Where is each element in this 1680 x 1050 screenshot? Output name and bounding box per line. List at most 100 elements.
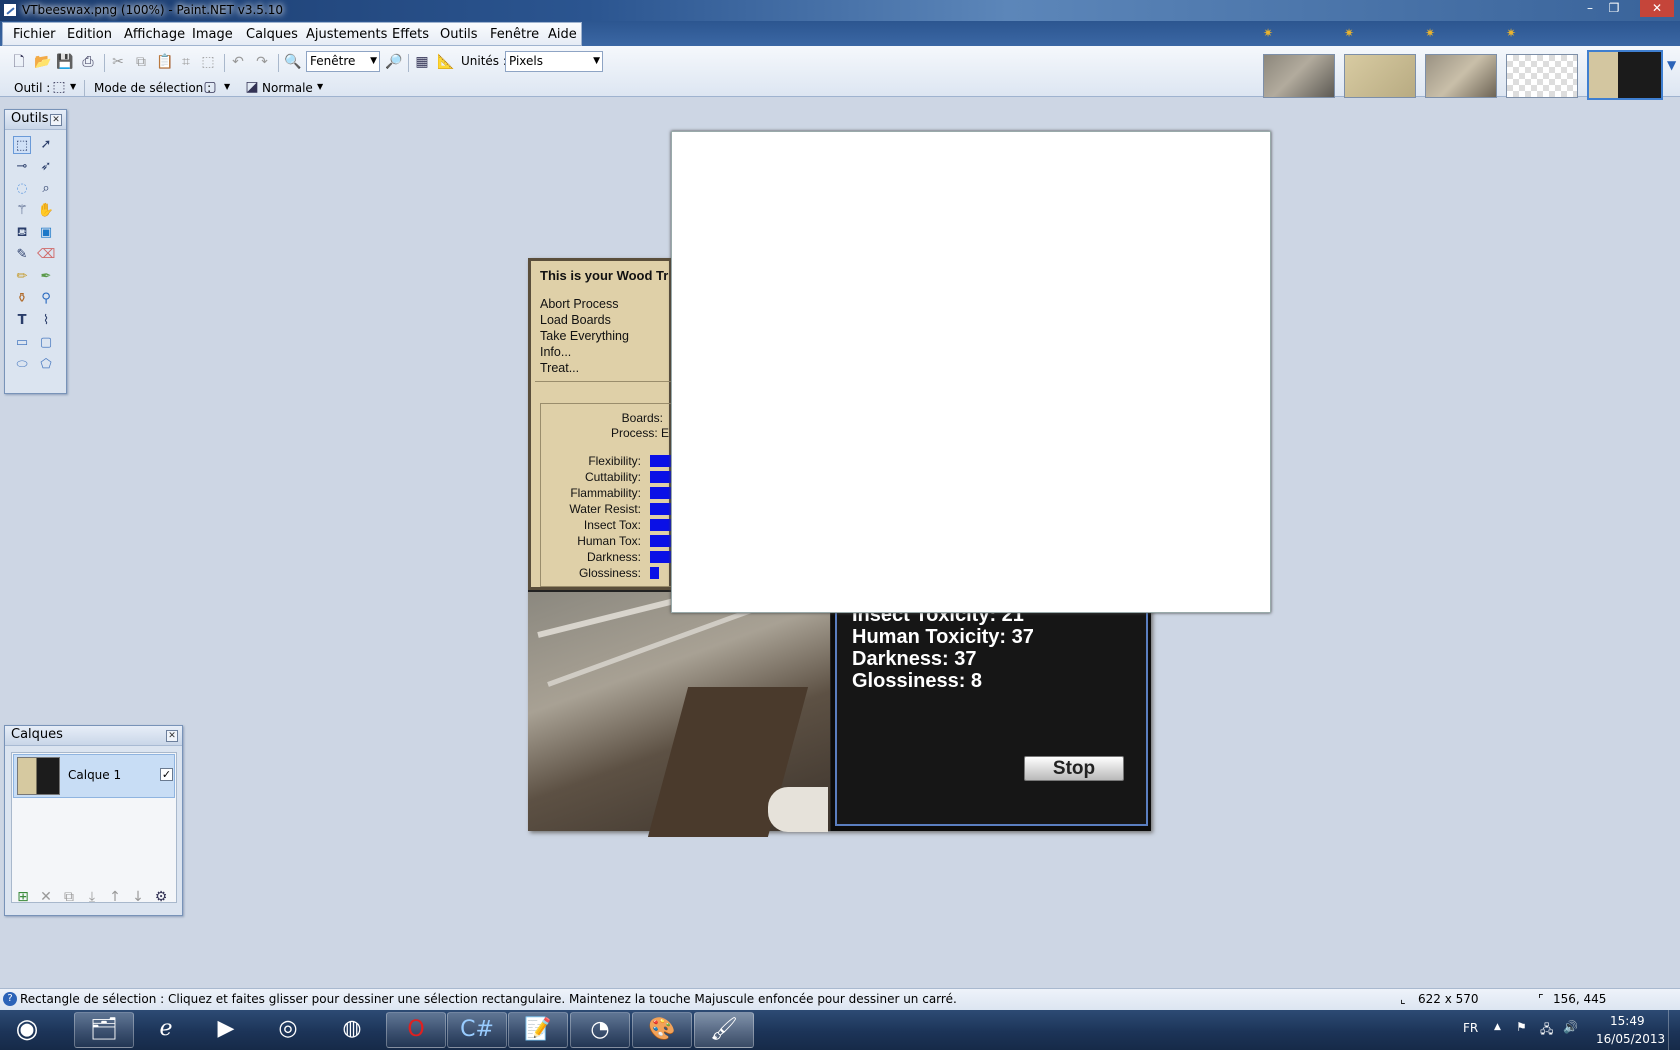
paint-app-icon[interactable]: 🎨 [632,1012,692,1048]
app-icon[interactable] [3,3,17,17]
image-tab-thumbnail[interactable] [1506,54,1578,98]
units-combo[interactable]: Pixels ▼ [505,51,603,72]
save-icon[interactable]: 💾 [56,54,73,70]
gradient-tool-icon[interactable]: ▣ [37,224,55,242]
ruler-icon[interactable]: 📐 [437,54,454,70]
duplicate-layer-icon[interactable]: ⧉ [61,889,77,905]
image-tab-thumbnail[interactable] [1344,54,1416,98]
notepad-icon[interactable]: 📝 [508,1012,568,1048]
rectangle-select-icon[interactable]: ⬚ [51,79,67,95]
menu-effets[interactable]: Effets [392,27,429,42]
language-indicator[interactable]: FR [1463,1021,1478,1035]
grid-icon[interactable]: ▦ [414,54,430,70]
close-button[interactable]: ✕ [1640,0,1674,17]
zoom-in-icon[interactable]: 🔎 [385,54,402,70]
network-icon[interactable]: 🖧 [1540,1020,1553,1041]
zoom-combo[interactable]: Fenêtre ▼ [306,51,380,72]
open-file-icon[interactable]: 📂 [34,54,51,70]
layer-row[interactable]: Calque 1 ✓ [13,754,175,798]
menu-aide[interactable]: Aide [548,27,577,42]
menu-image[interactable]: Image [192,27,233,42]
cut-icon[interactable]: ✂ [110,54,126,70]
merge-layer-down-icon[interactable]: ⤓ [84,889,100,905]
redo-icon[interactable]: ↷ [254,54,270,70]
recolor-tool-icon[interactable]: ⚲ [37,290,55,308]
ellipse-select-tool-icon[interactable]: ◌ [13,180,31,198]
clock-date[interactable]: 16/05/2013 [1596,1032,1665,1046]
paste-icon[interactable]: 📋 [156,54,173,70]
new-file-icon[interactable]: 🗋 [11,54,27,70]
selection-mode-icon[interactable]: ▢ [202,79,218,95]
action-center-flag-icon[interactable]: ⚑ [1516,1020,1527,1034]
chevron-down-icon[interactable]: ▼ [70,82,76,91]
chrome-like-icon[interactable]: ◔ [570,1012,630,1048]
csharp-ide-icon[interactable]: C# [447,1012,507,1048]
move-layer-down-icon[interactable]: ↓ [130,889,146,905]
internet-explorer-icon[interactable]: ℯ [136,1012,196,1048]
deselect-icon[interactable]: ⬚ [200,54,216,70]
rectangle-tool-icon[interactable]: ▭ [13,334,31,352]
menu-fichier[interactable]: Fichier [13,27,56,42]
minimize-button[interactable]: – [1577,0,1603,17]
add-layer-icon[interactable]: ⊞ [15,889,31,905]
image-tab-thumbnail-active[interactable] [1587,50,1663,100]
line-curve-tool-icon[interactable]: ⌇ [37,312,55,330]
image-tab-thumbnail[interactable] [1425,54,1497,98]
ellipse-tool-icon[interactable]: ⬭ [13,356,31,374]
paint-bucket-tool-icon[interactable]: ⛾ [13,224,31,242]
magic-wand-tool-icon[interactable]: ⚚ [13,202,31,220]
start-orb-icon[interactable]: ◉ [0,1012,54,1048]
menu-fenetre[interactable]: Fenêtre [490,27,539,42]
attr-bar [650,455,672,467]
clock-time[interactable]: 15:49 [1610,1014,1645,1028]
safari-icon[interactable]: ◎ [258,1012,318,1048]
opera-icon[interactable]: O [386,1012,446,1048]
attr-label: Human Tox: [577,534,641,548]
print-icon[interactable]: ⎙ [80,54,96,70]
chevron-down-icon[interactable]: ▼ [224,82,230,91]
menu-outils[interactable]: Outils [440,27,478,42]
rectangle-select-tool-icon[interactable]: ⬚ [13,136,31,154]
text-tool-icon[interactable]: T [13,312,31,330]
freeform-shape-tool-icon[interactable]: ⬠ [37,356,55,374]
show-desktop-button[interactable] [1668,1010,1680,1050]
close-icon[interactable]: ✕ [166,730,178,742]
menu-calques[interactable]: Calques [246,27,298,42]
color-picker-tool-icon[interactable]: ✒ [37,268,55,286]
media-player-icon[interactable]: ▶ [196,1012,256,1048]
eraser-tool-icon[interactable]: ⌫ [37,246,55,264]
paintbrush-tool-icon[interactable]: ✎ [13,246,31,264]
rounded-rectangle-tool-icon[interactable]: ▢ [37,334,55,352]
move-selected-tool-icon[interactable]: ➶ [37,158,55,176]
explorer-icon[interactable]: 🗂 [74,1012,134,1048]
clone-stamp-tool-icon[interactable]: ⚱ [13,290,31,308]
attr-label: Glossiness: [578,566,641,580]
layer-visibility-checkbox[interactable]: ✓ [160,768,173,781]
volume-icon[interactable]: 🔊 [1563,1020,1578,1034]
layer-properties-icon[interactable]: ⚙ [153,889,169,905]
chevron-down-icon[interactable]: ▼ [317,82,323,91]
move-layer-up-icon[interactable]: ↑ [107,889,123,905]
menu-affichage[interactable]: Affichage [124,27,185,42]
pencil-tool-icon[interactable]: ✏ [13,268,31,286]
pan-tool-icon[interactable]: ✋ [37,202,55,220]
show-hidden-icons-icon[interactable]: ▲ [1494,1022,1501,1032]
lasso-tool-icon[interactable]: ⊸ [13,158,31,176]
restore-button[interactable]: ❐ [1601,0,1627,17]
firefox-icon[interactable]: ◍ [322,1012,382,1048]
blend-mode-value[interactable]: Normale [262,81,313,95]
move-selection-tool-icon[interactable]: ➚ [37,136,55,154]
undo-icon[interactable]: ↶ [230,54,246,70]
menu-edition[interactable]: Edition [67,27,112,42]
zoom-tool-icon[interactable]: ⌕ [37,180,55,198]
delete-layer-icon[interactable]: ✕ [38,889,54,905]
image-tab-thumbnail[interactable] [1263,54,1335,98]
copy-icon[interactable]: ⧉ [133,54,149,70]
menu-ajustements[interactable]: Ajustements [306,27,387,42]
chevron-down-icon[interactable]: ▼ [1667,58,1676,72]
close-icon[interactable]: ✕ [50,114,62,126]
paint-net-icon[interactable]: 🖌 [694,1012,754,1048]
zoom-out-icon[interactable]: 🔍 [284,54,301,70]
crop-icon[interactable]: ⌗ [178,54,194,70]
blend-mode-icon[interactable]: ◪ [244,79,260,95]
